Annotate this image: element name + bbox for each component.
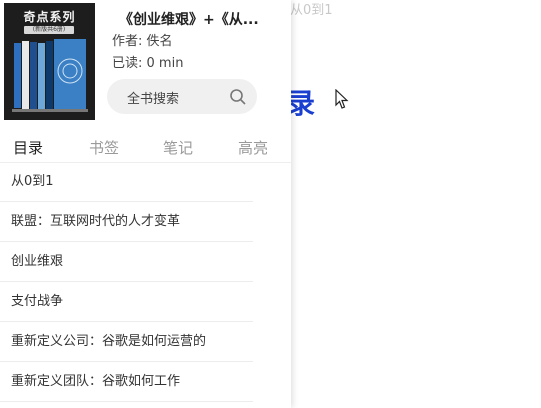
toc-item[interactable]: 联盟：互联网时代的人才变革	[0, 202, 253, 242]
toc-item[interactable]: 重新定义团队：谷歌如何工作	[0, 362, 253, 402]
book-search-button[interactable]: 全书搜索	[107, 79, 257, 114]
read-time: 已读: 0 min	[112, 56, 184, 71]
book-title: 《创业维艰》+《从...	[119, 12, 259, 28]
toc-item[interactable]: 从0到1	[0, 162, 253, 202]
tab-bookmarks[interactable]: 书签	[89, 137, 119, 158]
tab-notes[interactable]: 笔记	[163, 137, 193, 158]
panel-tabs: 目录 书签 笔记 高亮	[0, 130, 291, 163]
book-cover[interactable]: 奇点系列 (新版共6册)	[4, 3, 95, 120]
search-label: 全书搜索	[127, 92, 180, 107]
book-side-panel: 奇点系列 (新版共6册) 《创业维艰》+《从... 作者: 佚名 已读: 0 m…	[0, 0, 291, 408]
search-icon	[230, 89, 246, 105]
toc-item[interactable]: 重新定义公司：谷歌是如何运营的	[0, 322, 253, 362]
tab-contents[interactable]: 目录	[13, 137, 43, 158]
table-of-contents: 从0到1 联盟：互联网时代的人才变革 创业维艰 支付战争 重新定义公司：谷歌是如…	[0, 162, 291, 402]
book-author: 作者: 佚名	[112, 34, 173, 49]
cursor-icon	[335, 89, 349, 109]
book-set-illustration	[12, 39, 88, 112]
toc-item[interactable]: 创业维艰	[0, 242, 253, 282]
reader-chapter-label: 从0到1	[290, 3, 333, 18]
toc-item[interactable]: 支付战争	[0, 282, 253, 322]
tab-highlights[interactable]: 高亮	[238, 137, 268, 158]
